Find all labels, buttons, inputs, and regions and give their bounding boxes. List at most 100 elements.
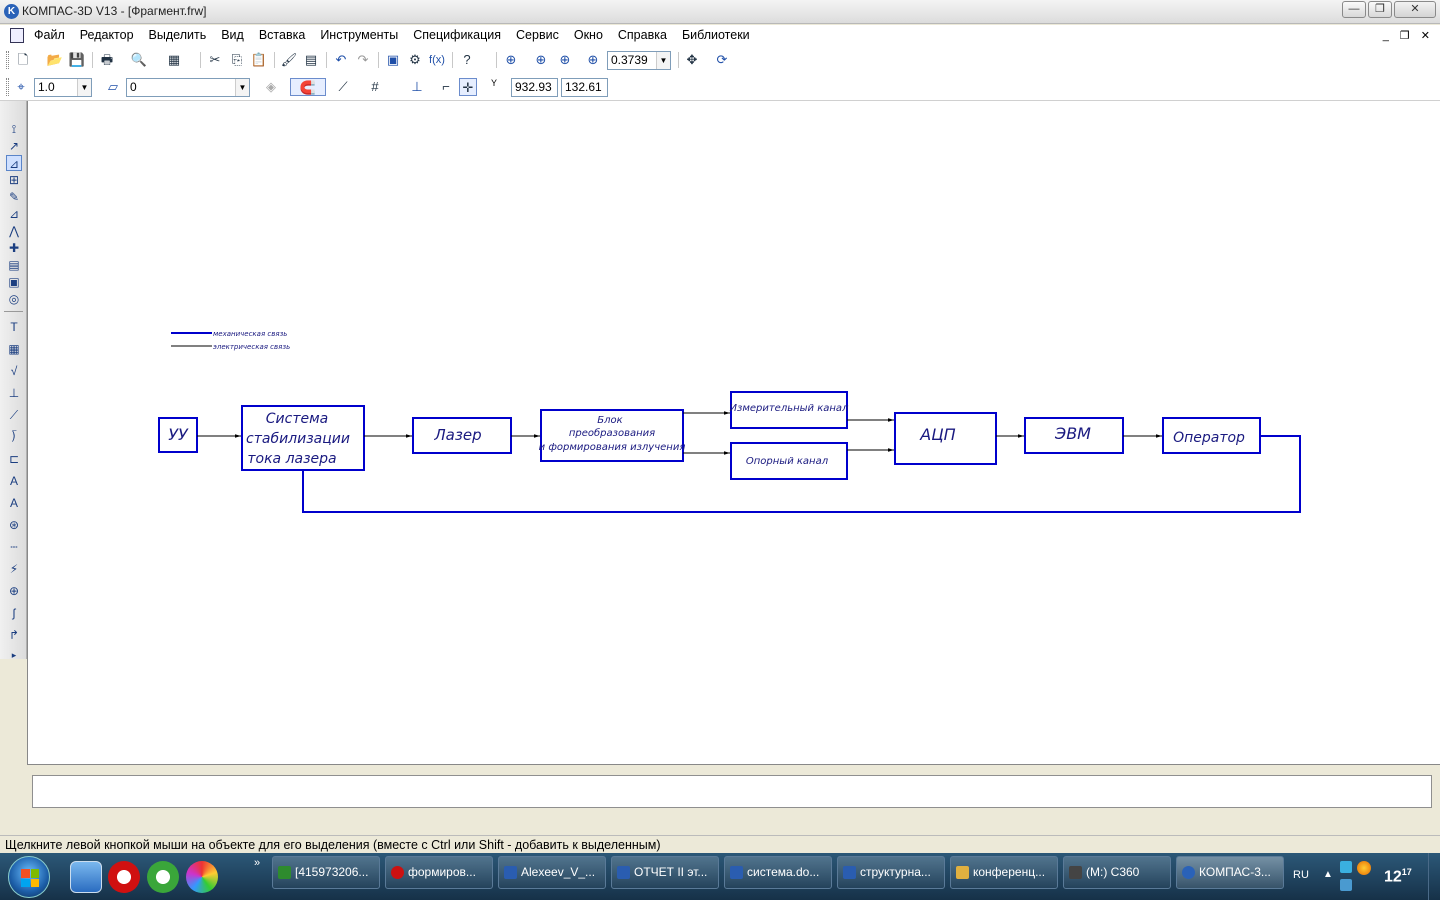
snap-magnet-icon[interactable]: 🧲 [290, 78, 326, 96]
manager-icon[interactable]: ▦ [165, 51, 183, 69]
task-item[interactable]: Alexeev_V_... [498, 856, 606, 889]
task-item[interactable]: [415973206... [272, 856, 380, 889]
dimensions-icon[interactable]: ↗ [6, 138, 22, 154]
menu-service[interactable]: Сервис [516, 28, 559, 42]
maximize-button[interactable]: ❐ [1368, 1, 1392, 18]
orthogonal-icon[interactable]: ⟋ [334, 78, 352, 96]
picasa-quicklaunch-icon[interactable] [186, 861, 218, 893]
grid-icon[interactable]: # [366, 78, 384, 96]
utorrent-quicklaunch-icon[interactable] [147, 861, 179, 893]
view-arrow-icon[interactable]: A [6, 495, 22, 511]
preview-icon[interactable]: 🔍 [130, 51, 148, 69]
drawing-canvas[interactable]: механическая связь электрическая связь У… [27, 101, 1440, 765]
designations-icon[interactable]: ⊿ [6, 155, 22, 171]
network-icon[interactable] [1340, 861, 1352, 873]
round-mode-icon[interactable]: ✛ [459, 78, 477, 96]
tolerance-icon[interactable]: ⊏ [6, 451, 22, 467]
menu-select[interactable]: Выделить [149, 28, 207, 42]
cut-line-icon[interactable]: A [6, 473, 22, 489]
task-item[interactable]: ОТЧЕТ II эт... [611, 856, 719, 889]
text-icon[interactable]: T [6, 319, 22, 335]
open-icon[interactable]: 📂 [46, 51, 64, 69]
toolbar-grip[interactable] [6, 78, 9, 96]
print-icon[interactable]: 🖶 [98, 51, 116, 69]
task-item[interactable]: формиров... [385, 856, 493, 889]
report-icon[interactable]: ▤ [6, 257, 22, 273]
pan-icon[interactable]: ✥ [683, 51, 701, 69]
close-button[interactable]: ✕ [1394, 1, 1436, 18]
arrow-icon[interactable]: ↱ [6, 627, 22, 643]
layer-icon[interactable]: ▱ [104, 78, 122, 96]
help-pointer-icon[interactable]: ? [458, 51, 476, 69]
center-mark-icon[interactable]: ⊕ [6, 583, 22, 599]
menu-insert[interactable]: Вставка [259, 28, 305, 42]
insert-view-icon[interactable]: ▣ [6, 274, 22, 290]
toolbar-grip[interactable] [6, 51, 9, 69]
redo-icon[interactable]: ↷ [354, 51, 372, 69]
chevron-down-icon[interactable]: ▼ [235, 79, 249, 96]
editing-icon[interactable]: ⊞ [6, 172, 22, 188]
task-item[interactable]: (M:) C360 [1063, 856, 1171, 889]
tree-icon[interactable]: ▣ [384, 51, 402, 69]
ortho-mode-icon[interactable]: ⌐ [437, 78, 455, 96]
save-icon[interactable]: 💾 [68, 51, 86, 69]
undo-icon[interactable]: ↶ [332, 51, 350, 69]
properties-box[interactable] [32, 775, 1432, 808]
node-icon[interactable]: ⊛ [6, 517, 22, 533]
explorer-quicklaunch-icon[interactable] [70, 861, 102, 893]
coord-x-field[interactable]: 932.93 [511, 78, 558, 97]
color-icon[interactable]: ◈ [262, 78, 280, 96]
tray-device-icon[interactable] [1340, 879, 1352, 891]
menu-view[interactable]: Вид [221, 28, 244, 42]
menu-help[interactable]: Справка [618, 28, 667, 42]
tray-expand-icon[interactable]: ▲ [1323, 869, 1333, 880]
expand-icon[interactable]: ▸ [6, 647, 22, 663]
menu-editor[interactable]: Редактор [80, 28, 134, 42]
variables-icon[interactable]: ⚙ [406, 51, 424, 69]
paste-icon[interactable]: 📋 [250, 51, 268, 69]
opera-quicklaunch-icon[interactable] [108, 861, 140, 893]
menu-tools[interactable]: Инструменты [320, 28, 398, 42]
refresh-icon[interactable]: ⟳ [713, 51, 731, 69]
block-diagram[interactable]: механическая связь электрическая связь У… [28, 101, 1440, 764]
task-item[interactable]: система.do... [724, 856, 832, 889]
document-icon[interactable] [10, 28, 24, 43]
layer-combo[interactable]: 0 ▼ [126, 78, 250, 97]
clock[interactable]: 1217 [1384, 867, 1412, 886]
show-desktop-button[interactable] [1428, 853, 1440, 900]
position-icon[interactable]: ⟌ [6, 429, 22, 445]
geometry-icon[interactable]: ⟟ [6, 121, 22, 137]
step-cursor-icon[interactable]: ⌖ [12, 78, 30, 96]
menu-window[interactable]: Окно [574, 28, 603, 42]
quicklaunch-more-icon[interactable]: » [254, 857, 260, 869]
zoom-in-icon[interactable]: ⊕ [532, 51, 550, 69]
minimize-button[interactable]: — [1342, 1, 1366, 18]
roughness-icon[interactable]: √ [6, 363, 22, 379]
coord-y-field[interactable]: 132.61 [561, 78, 608, 97]
fx-icon[interactable]: f(x) [428, 51, 446, 69]
menu-specification[interactable]: Спецификация [413, 28, 501, 42]
break-line-icon[interactable]: ʃ [6, 605, 22, 621]
spec-icon[interactable]: ✚ [6, 240, 22, 256]
base-icon[interactable]: ⊥ [6, 385, 22, 401]
menu-file[interactable]: Файл [34, 28, 65, 42]
tray-app-icon[interactable] [1357, 861, 1371, 875]
zoom-window-icon[interactable]: ⊕ [556, 51, 574, 69]
zoom-combo[interactable]: 0.3739 ▼ [607, 51, 671, 70]
step-combo[interactable]: 1.0 ▼ [34, 78, 92, 97]
menu-libraries[interactable]: Библиотеки [682, 28, 750, 42]
parametrization-icon[interactable]: ✎ [6, 189, 22, 205]
format-brush-icon[interactable]: 🖌 [280, 51, 298, 69]
start-button[interactable] [8, 856, 50, 898]
zoom-scale-icon[interactable]: ⊕ [584, 51, 602, 69]
table-icon[interactable]: ▦ [6, 341, 22, 357]
new-document-icon[interactable]: 🗋 [14, 51, 32, 69]
wave-line-icon[interactable]: ⚡ [6, 561, 22, 577]
properties-icon[interactable]: ▤ [302, 51, 320, 69]
kompas-app-icon[interactable]: K [4, 4, 19, 19]
measurement-icon[interactable]: ⊿ [6, 206, 22, 222]
language-indicator[interactable]: RU [1293, 869, 1309, 881]
select-icon[interactable]: ⋀ [6, 223, 22, 239]
mdi-controls[interactable]: _ ❐ ✕ [1383, 29, 1434, 42]
task-item[interactable]: структурна... [837, 856, 945, 889]
